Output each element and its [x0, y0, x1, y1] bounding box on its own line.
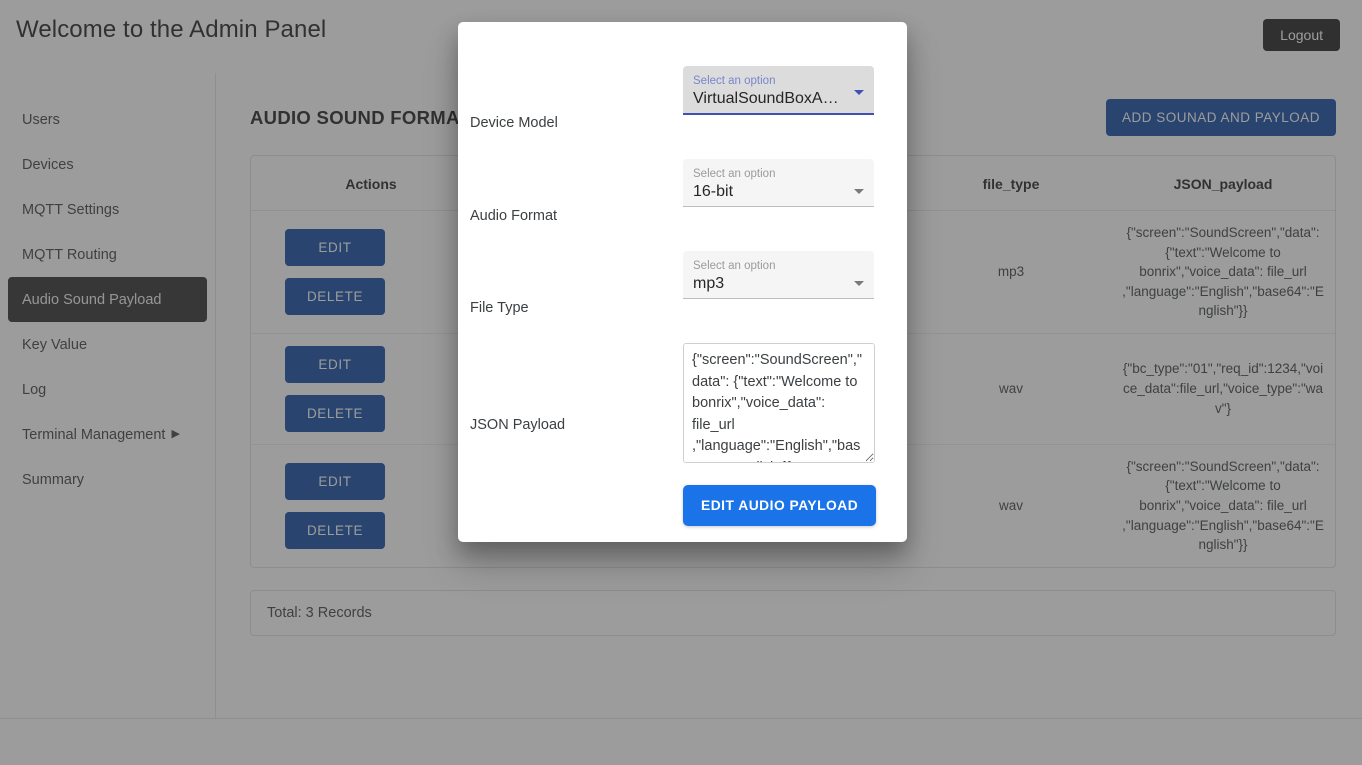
json-payload-label: JSON Payload: [470, 417, 566, 433]
edit-audio-payload-dialog: Device Model Select an option VirtualSou…: [458, 22, 907, 542]
device-model-select[interactable]: Select an option VirtualSoundBoxAnd…: [683, 66, 874, 115]
file-type-label: File Type: [470, 300, 529, 316]
chevron-down-icon: [854, 281, 864, 287]
chevron-down-icon: [854, 189, 864, 195]
chevron-down-icon: [854, 89, 864, 95]
audio-format-value: 16-bit: [693, 182, 734, 200]
device-model-placeholder: Select an option: [693, 75, 776, 87]
device-model-label: Device Model: [470, 115, 558, 131]
json-payload-textarea[interactable]: [683, 343, 875, 463]
audio-format-select[interactable]: Select an option 16-bit: [683, 159, 874, 207]
audio-format-placeholder: Select an option: [693, 168, 776, 180]
file-type-value: mp3: [693, 274, 725, 292]
file-type-select[interactable]: Select an option mp3: [683, 251, 874, 299]
device-model-value: VirtualSoundBoxAnd…: [693, 89, 845, 107]
audio-format-label: Audio Format: [470, 208, 558, 224]
edit-audio-payload-submit-button[interactable]: EDIT AUDIO PAYLOAD: [683, 485, 877, 526]
file-type-placeholder: Select an option: [693, 260, 776, 272]
